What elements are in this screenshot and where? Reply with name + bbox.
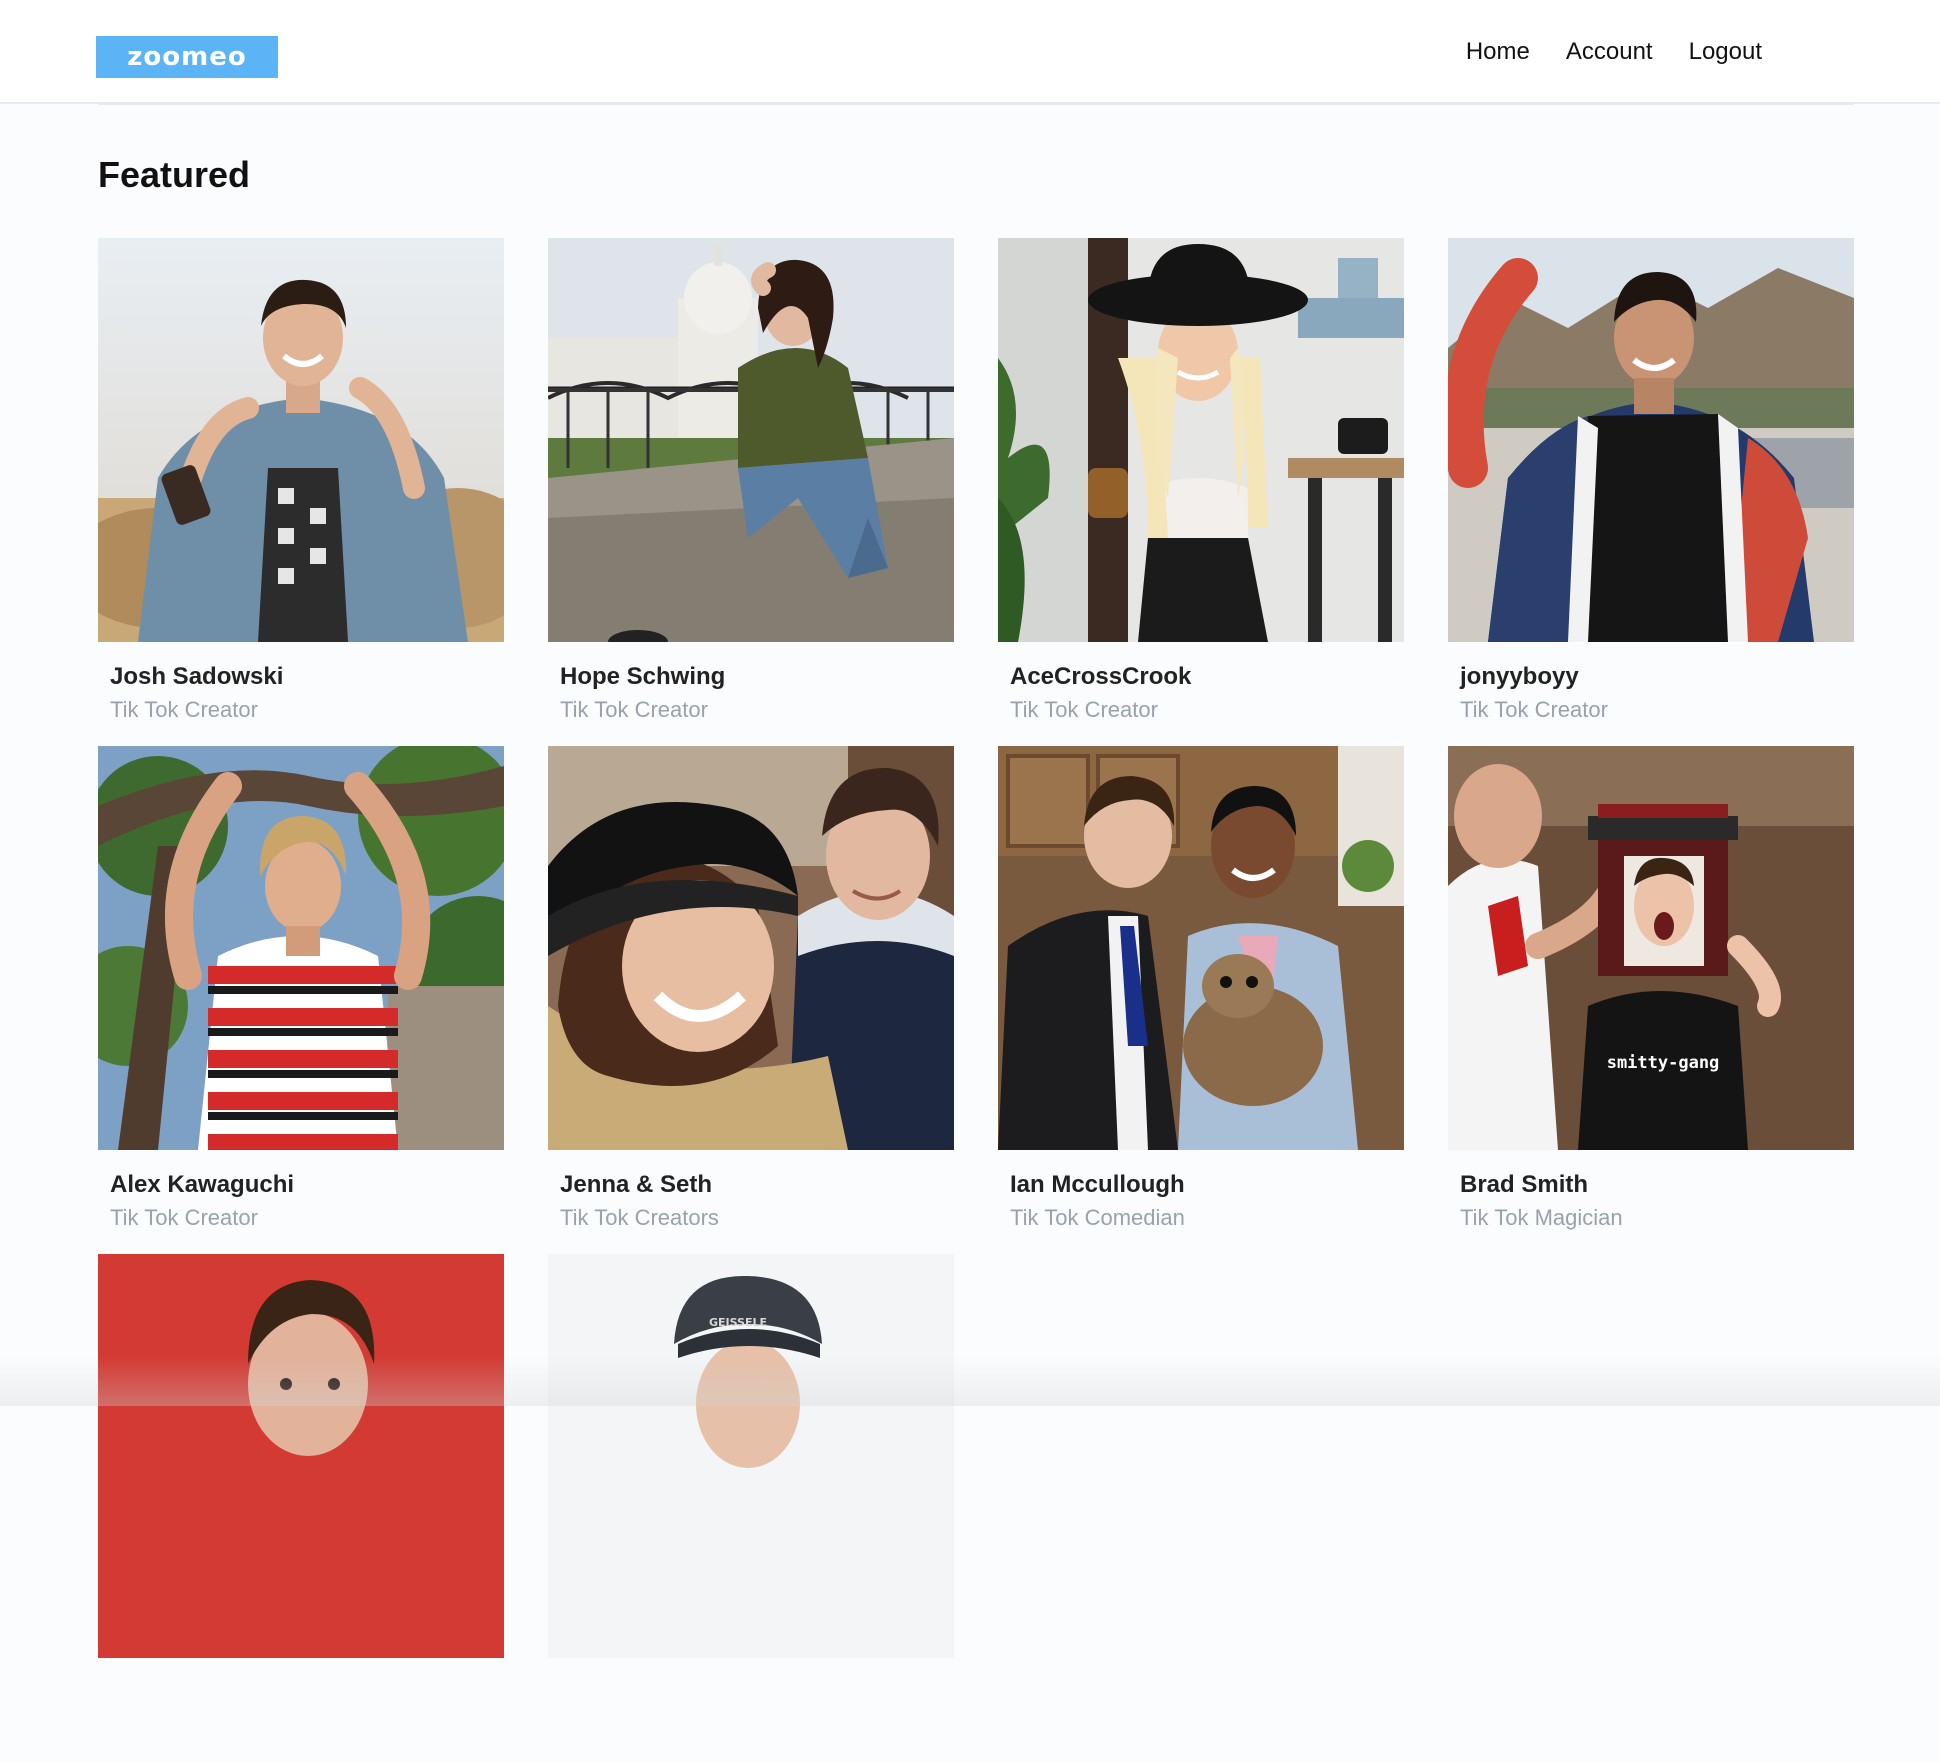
creator-card[interactable] xyxy=(98,1254,504,1762)
svg-text:smitty-gang: smitty-gang xyxy=(1607,1053,1720,1073)
creator-photo[interactable] xyxy=(98,746,504,1150)
creator-role: Tik Tok Creator xyxy=(110,1205,258,1230)
creator-card[interactable]: Josh Sadowski Tik Tok Creator xyxy=(98,238,504,746)
nav-logout-link[interactable]: Logout xyxy=(1689,38,1762,66)
creator-photo[interactable] xyxy=(998,238,1404,642)
creator-photo[interactable] xyxy=(998,746,1404,1150)
creator-role xyxy=(560,1712,954,1740)
zoomeo-logo[interactable]: zoomeo xyxy=(96,36,278,78)
creator-photo[interactable] xyxy=(548,238,954,642)
creator-card[interactable]: smitty-gang Brad Smith Tik Tok Magician xyxy=(1448,746,1854,1254)
creator-name: Josh Sadowski xyxy=(110,663,284,690)
creator-name xyxy=(110,1678,504,1708)
creator-card[interactable]: Alex Kawaguchi Tik Tok Creator xyxy=(98,746,504,1254)
nav-account-link[interactable]: Account xyxy=(1566,38,1653,66)
top-nav: Home Account Logout xyxy=(1466,38,1762,66)
creator-photo[interactable] xyxy=(548,746,954,1150)
creator-photo[interactable] xyxy=(98,238,504,642)
creator-name: Alex Kawaguchi xyxy=(110,1171,295,1198)
creator-card[interactable]: jonyyboyy Tik Tok Creator xyxy=(1448,238,1854,746)
nav-home-link[interactable]: Home xyxy=(1466,38,1530,66)
top-header: zoomeo Home Account Logout xyxy=(0,0,1940,104)
creator-card[interactable]: Ian Mccullough Tik Tok Comedian xyxy=(998,746,1404,1254)
creator-role: Tik Tok Creator xyxy=(1010,697,1158,722)
creator-photo[interactable]: smitty-gang xyxy=(1448,746,1854,1150)
page-title: Featured xyxy=(98,154,251,195)
creator-photo[interactable] xyxy=(98,1254,504,1658)
creator-name: Hope Schwing xyxy=(560,663,726,690)
creator-name: Ian Mccullough xyxy=(1010,1171,1185,1198)
creator-card[interactable]: AceCrossCrook Tik Tok Creator xyxy=(998,238,1404,746)
featured-creators-grid: Josh Sadowski Tik Tok Creator Hope Schwi… xyxy=(98,238,1855,1762)
creator-photo[interactable]: GEISSELE xyxy=(548,1254,954,1658)
creator-role: Tik Tok Creator xyxy=(560,697,708,722)
creator-role: Tik Tok Creators xyxy=(560,1205,719,1230)
creator-name xyxy=(560,1678,954,1708)
creator-card[interactable]: GEISSELE xyxy=(548,1254,954,1762)
creator-role: Tik Tok Magician xyxy=(1460,1205,1623,1230)
creator-name: Jenna & Seth xyxy=(560,1171,713,1198)
creator-role: Tik Tok Comedian xyxy=(1010,1205,1185,1230)
creator-name: AceCrossCrook xyxy=(1010,663,1192,690)
creator-photo[interactable] xyxy=(1448,238,1854,642)
creator-role: Tik Tok Creator xyxy=(1460,697,1608,722)
creator-card[interactable]: Jenna & Seth Tik Tok Creators xyxy=(548,746,954,1254)
svg-text:GEISSELE: GEISSELE xyxy=(709,1316,767,1329)
header-divider xyxy=(98,103,1854,105)
creator-name: jonyyboyy xyxy=(1460,663,1579,690)
creator-role: Tik Tok Creator xyxy=(110,697,258,722)
creator-name: Brad Smith xyxy=(1460,1171,1589,1198)
creator-role xyxy=(110,1712,504,1740)
creator-card[interactable]: Hope Schwing Tik Tok Creator xyxy=(548,238,954,746)
